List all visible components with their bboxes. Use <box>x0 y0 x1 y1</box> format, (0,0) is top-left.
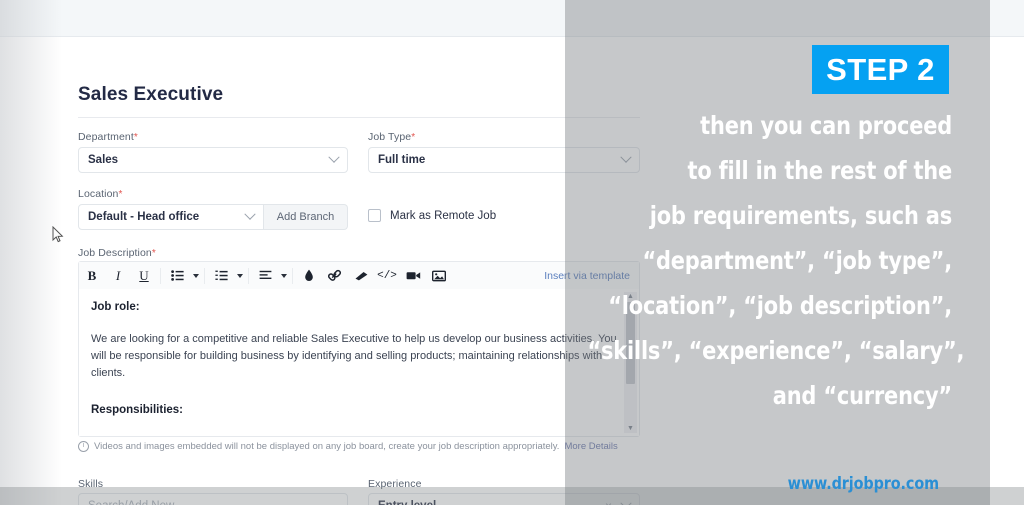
eraser-glyph <box>355 271 367 280</box>
source-code-icon[interactable]: </> <box>374 262 400 289</box>
picture-glyph <box>432 270 446 281</box>
job-description-editor[interactable]: B I U </> Insert via template Job role: … <box>78 261 640 437</box>
align-glyph <box>259 270 271 279</box>
caption-line-5: “location”, “job description”, <box>608 291 952 320</box>
info-icon: i <box>78 441 89 452</box>
website-url-text: www.drjobpro.com <box>787 474 939 494</box>
caption-line-4: “department”, “job type”, <box>642 246 952 275</box>
video-icon[interactable] <box>400 262 426 289</box>
experience-label: Experience <box>368 478 422 490</box>
bulleted-list-dropdown[interactable] <box>190 262 201 289</box>
caption-line-2: to fill in the rest of the <box>687 156 953 185</box>
toolbar-divider <box>204 267 205 284</box>
video-camera-glyph <box>406 272 420 280</box>
department-required-mark: * <box>133 132 138 143</box>
website-url: www.drjobpro.com <box>778 474 939 494</box>
screenshot-root: Sales Executive Department* Sales Job Ty… <box>0 0 1024 505</box>
department-label: Department* <box>78 131 138 143</box>
location-value: Default - Head office <box>88 211 200 223</box>
bold-icon[interactable]: B <box>79 262 105 289</box>
department-select[interactable]: Sales <box>78 147 348 173</box>
bulleted-list-glyph <box>170 270 184 281</box>
caption-line-1: then you can proceed <box>700 111 952 140</box>
mark-remote-job-row[interactable]: Mark as Remote Job <box>368 209 496 222</box>
step-badge-text: STEP 2 <box>826 51 935 87</box>
job-description-label-text: Job Description <box>78 247 152 259</box>
job-type-required-mark: * <box>411 132 416 143</box>
numbered-list-icon[interactable] <box>208 262 234 289</box>
skills-label: Skills <box>78 478 104 490</box>
italic-icon[interactable]: I <box>105 262 131 289</box>
location-select[interactable]: Default - Head office <box>78 204 264 230</box>
caption-line-6: “skills”, “experience”, “salary”, <box>587 336 965 365</box>
chevron-down-icon <box>328 151 340 163</box>
chevron-down-icon <box>244 208 256 220</box>
toolbar-divider <box>248 267 249 284</box>
caption-line-3: job requirements, such as <box>649 201 952 230</box>
toolbar-divider <box>292 267 293 284</box>
department-label-text: Department <box>78 131 134 143</box>
experience-value: Entry level <box>378 500 605 505</box>
location-required-mark: * <box>118 189 123 200</box>
toolbar-divider <box>160 267 161 284</box>
editor-toolbar: B I U </> Insert via template <box>79 262 639 290</box>
remote-job-label: Mark as Remote Job <box>390 209 497 222</box>
page-title: Sales Executive <box>78 84 224 105</box>
clear-format-icon[interactable] <box>348 262 374 289</box>
text-color-icon[interactable] <box>296 262 322 289</box>
jd-heading-responsibilities: Responsibilities: <box>91 404 184 416</box>
add-branch-button[interactable]: Add Branch <box>264 204 348 230</box>
title-divider <box>78 117 640 118</box>
overlay-caption: then you can proceed to fill in the rest… <box>560 103 965 418</box>
chevron-down-icon <box>620 497 632 505</box>
jd-paragraph: We are looking for a competitive and rel… <box>91 333 617 379</box>
editor-content[interactable]: Job role: We are looking for a competiti… <box>79 289 639 436</box>
skills-input[interactable]: Search/Add New <box>78 493 348 505</box>
droplet-glyph <box>305 269 313 281</box>
editor-note-text: Videos and images embedded will not be d… <box>94 441 560 452</box>
job-type-label: Job Type* <box>368 131 415 143</box>
numbered-list-dropdown[interactable] <box>234 262 245 289</box>
skills-placeholder: Search/Add New <box>88 500 338 505</box>
location-label: Location* <box>78 188 123 200</box>
scroll-down-arrow-icon[interactable]: ▼ <box>627 424 634 433</box>
remote-job-checkbox[interactable] <box>368 209 381 222</box>
editor-note: i Videos and images embedded will not be… <box>78 441 640 452</box>
underline-icon[interactable]: U <box>131 262 157 289</box>
image-icon[interactable] <box>426 262 452 289</box>
clear-icon[interactable]: × <box>605 500 612 505</box>
page-top-band <box>0 0 1024 36</box>
more-details-link[interactable]: More Details <box>564 441 617 452</box>
mouse-cursor-icon <box>52 226 64 243</box>
experience-select[interactable]: Entry level × <box>368 493 640 505</box>
numbered-list-glyph <box>214 270 228 281</box>
add-branch-label: Add Branch <box>276 211 335 223</box>
link-icon[interactable] <box>322 262 348 289</box>
chain-link-glyph <box>328 269 341 281</box>
caption-line-7: and “currency” <box>772 381 952 410</box>
job-description-required-mark: * <box>151 248 156 259</box>
location-label-text: Location <box>78 188 119 200</box>
align-icon[interactable] <box>252 262 278 289</box>
align-dropdown[interactable] <box>278 262 289 289</box>
bulleted-list-icon[interactable] <box>164 262 190 289</box>
department-value: Sales <box>88 154 119 166</box>
step-badge: STEP 2 <box>812 45 949 94</box>
job-description-label: Job Description* <box>78 247 156 259</box>
jd-heading-role: Job role: <box>91 301 140 313</box>
job-type-label-text: Job Type <box>368 131 412 143</box>
